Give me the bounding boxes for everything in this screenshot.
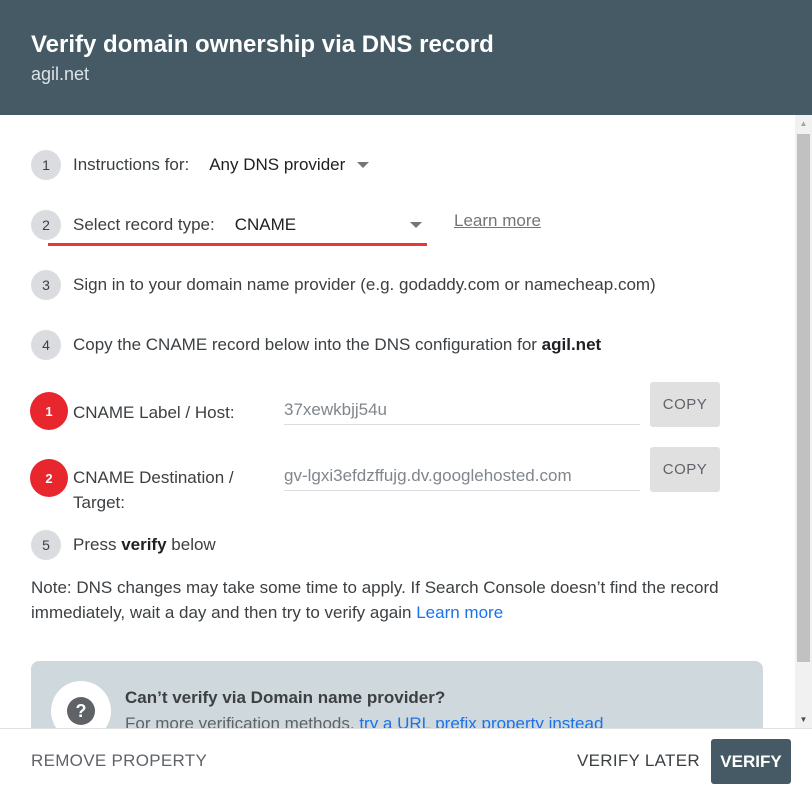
step-3: 3 Sign in to your domain name provider (… [31,270,656,300]
step-number: 2 [31,210,61,240]
step-number: 5 [31,530,61,560]
cname-label-host-field[interactable]: 37xewkbjj54u [284,400,640,425]
domain-name: agil.net [541,335,602,354]
verify-button[interactable]: VERIFY [711,739,791,784]
step-text: Copy the CNAME record below into the DNS… [73,335,602,354]
remove-property-button[interactable]: REMOVE PROPERTY [31,751,207,771]
copy-host-button[interactable]: COPY [650,382,720,427]
step-number: 4 [31,330,61,360]
record-type-value: CNAME [234,215,297,234]
step-text: Sign in to your domain name provider (e.… [73,275,656,294]
chevron-down-icon [409,222,422,228]
learn-more-link[interactable]: Learn more [454,211,541,231]
alternative-title: Can’t verify via Domain name provider? [125,688,446,707]
annotation-badge-2: 2 [30,459,68,497]
step-4: 4 Copy the CNAME record below into the D… [31,330,601,360]
step-label: Select record type: [73,215,215,234]
verify-dns-dialog: Verify domain ownership via DNS record a… [0,0,812,798]
record-type-highlight [48,243,427,246]
cname-destination-field[interactable]: gv-lgxi3efdzffujg.dv.googlehosted.com [284,466,640,491]
copy-destination-button[interactable]: COPY [650,447,720,492]
dialog-header: Verify domain ownership via DNS record a… [0,0,812,115]
dns-provider-dropdown[interactable]: Any DNS provider [209,155,370,175]
dialog-title: Verify domain ownership via DNS record [31,31,494,58]
step-5: 5 Press verify below [31,530,216,560]
scroll-down-icon[interactable]: ▼ [795,711,812,728]
verify-word: verify [121,535,167,554]
step-2: 2 Select record type: CNAME [31,210,422,240]
step-text: Press verify below [73,535,216,554]
step-1: 1 Instructions for: Any DNS provider [31,150,370,180]
dns-provider-value: Any DNS provider [209,155,346,174]
dialog-subtitle: agil.net [31,64,90,84]
record-type-dropdown[interactable]: CNAME [235,215,422,235]
help-icon: ? [67,697,95,725]
step-number: 3 [31,270,61,300]
scroll-up-icon[interactable]: ▲ [795,115,812,132]
scrollbar[interactable]: ▲ ▼ [795,115,812,728]
note-text: Note: DNS changes may take some time to … [31,578,719,622]
step-number: 1 [31,150,61,180]
cname-label-host-label: CNAME Label / Host: [73,403,235,422]
verify-later-button[interactable]: VERIFY LATER [577,751,700,771]
step-label: Instructions for: [73,155,190,174]
note-learn-more-link[interactable]: Learn more [416,603,503,622]
dns-note: Note: DNS changes may take some time to … [31,575,751,625]
cname-destination-label: CNAME Destination / Target: [73,468,234,512]
chevron-down-icon [357,162,370,168]
scrollbar-thumb[interactable] [797,134,810,662]
annotation-badge-1: 1 [30,392,68,430]
dialog-footer: REMOVE PROPERTY VERIFY LATER VERIFY [0,728,812,798]
